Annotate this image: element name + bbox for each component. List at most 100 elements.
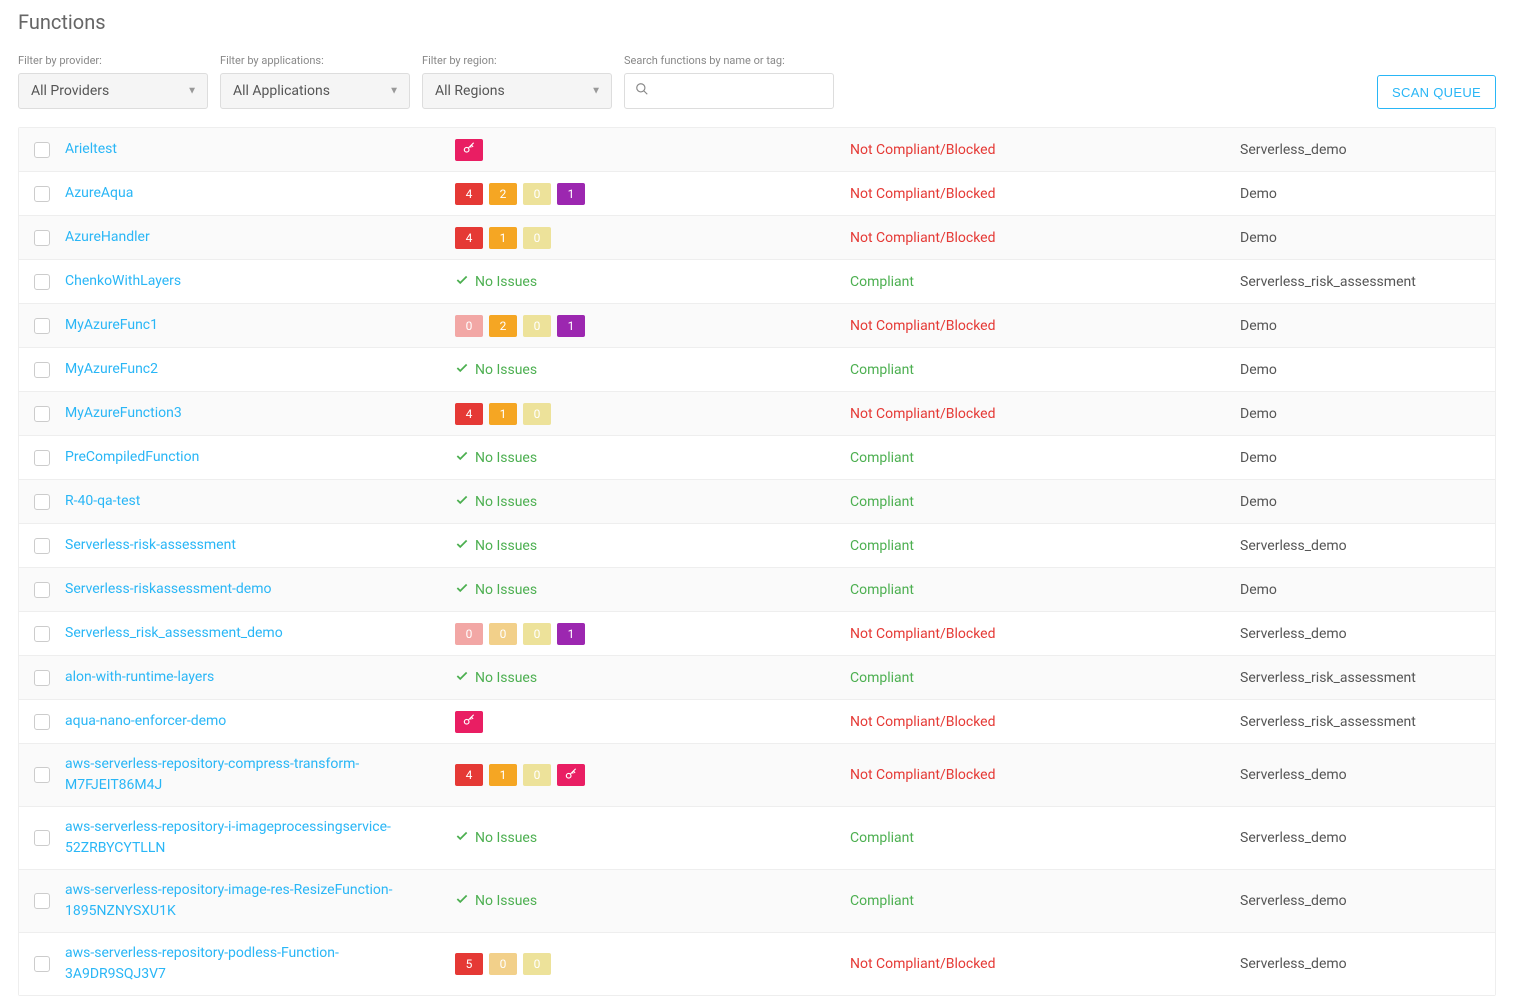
function-link[interactable]: alon-with-runtime-layers [65,669,214,685]
cell-application: Demo [1240,362,1495,378]
function-link[interactable]: aws-serverless-repository-image-res-Resi… [65,882,393,919]
function-link[interactable]: MyAzureFunc1 [65,317,158,333]
cell-status: Not Compliant/Blocked [850,406,1240,422]
key-icon [462,713,476,730]
row-checkbox[interactable] [34,318,50,334]
function-link[interactable]: aws-serverless-repository-compress-trans… [65,756,359,793]
no-issues-label: No Issues [475,450,537,466]
cell-checkbox [19,670,65,686]
function-link[interactable]: Serverless-risk-assessment [65,537,236,553]
function-link[interactable]: Serverless_risk_assessment_demo [65,625,283,641]
cell-risk: No Issues [455,493,850,511]
function-link[interactable]: aqua-nano-enforcer-demo [65,713,226,729]
check-icon [455,361,469,379]
function-link[interactable]: MyAzureFunction3 [65,405,182,421]
cell-status: Compliant [850,494,1240,510]
row-checkbox[interactable] [34,582,50,598]
cell-application: Demo [1240,406,1495,422]
function-link[interactable]: AzureHandler [65,229,150,245]
severity-badge: 0 [489,953,517,975]
no-issues-label: No Issues [475,582,537,598]
cell-status: Compliant [850,450,1240,466]
row-checkbox[interactable] [34,406,50,422]
cell-risk: 0201 [455,315,850,337]
function-link[interactable]: R-40-qa-test [65,493,140,509]
cell-status: Not Compliant/Blocked [850,767,1240,783]
severity-badge: 1 [489,227,517,249]
row-checkbox[interactable] [34,450,50,466]
function-link[interactable]: aws-serverless-repository-i-imageprocess… [65,819,391,856]
filter-apps-label: Filter by applications: [220,54,410,67]
function-link[interactable]: MyAzureFunc2 [65,361,158,377]
row-checkbox[interactable] [34,494,50,510]
row-checkbox[interactable] [34,626,50,642]
filter-apps-select[interactable]: All Applications ▼ [220,73,410,109]
cell-application: Serverless_demo [1240,956,1495,972]
filter-region-label: Filter by region: [422,54,612,67]
no-issues-indicator: No Issues [455,273,537,291]
scan-queue-button[interactable]: SCAN QUEUE [1377,75,1496,109]
filter-bar: Filter by provider: All Providers ▼ Filt… [18,54,1496,109]
cell-name: aws-serverless-repository-podless-Functi… [65,943,455,985]
filter-provider-label: Filter by provider: [18,54,208,67]
cell-checkbox [19,318,65,334]
cell-checkbox [19,186,65,202]
cell-risk [455,139,850,161]
no-issues-label: No Issues [475,274,537,290]
table-row: ChenkoWithLayersNo IssuesCompliantServer… [19,260,1495,304]
function-link[interactable]: aws-serverless-repository-podless-Functi… [65,945,339,982]
cell-name: Serverless-risk-assessment [65,535,455,556]
cell-name: Serverless_risk_assessment_demo [65,623,455,644]
table-row: aws-serverless-repository-i-imageprocess… [19,807,1495,870]
severity-badge: 0 [523,764,551,786]
no-issues-indicator: No Issues [455,892,537,910]
function-link[interactable]: ChenkoWithLayers [65,273,181,289]
cell-status: Not Compliant/Blocked [850,142,1240,158]
no-issues-indicator: No Issues [455,581,537,599]
search-input[interactable] [655,83,836,99]
cell-risk: No Issues [455,537,850,555]
severity-badge: 0 [523,227,551,249]
function-link[interactable]: Serverless-riskassessment-demo [65,581,272,597]
cell-checkbox [19,274,65,290]
function-link[interactable]: PreCompiledFunction [65,449,199,465]
row-checkbox[interactable] [34,230,50,246]
filter-region-select[interactable]: All Regions ▼ [422,73,612,109]
filter-search-label: Search functions by name or tag: [624,54,834,67]
key-badge [455,139,483,161]
row-checkbox[interactable] [34,274,50,290]
row-checkbox[interactable] [34,956,50,972]
no-issues-label: No Issues [475,494,537,510]
cell-application: Demo [1240,582,1495,598]
check-icon [455,449,469,467]
cell-status: Compliant [850,893,1240,909]
function-link[interactable]: AzureAqua [65,185,133,201]
cell-risk: No Issues [455,669,850,687]
row-checkbox[interactable] [34,186,50,202]
cell-name: MyAzureFunction3 [65,403,455,424]
filter-apps-group: Filter by applications: All Applications… [220,54,410,109]
cell-risk: No Issues [455,892,850,910]
table-row: Serverless-risk-assessment No Issues Compl… [19,524,1495,568]
row-checkbox[interactable] [34,142,50,158]
cell-application: Demo [1240,450,1495,466]
row-checkbox[interactable] [34,714,50,730]
cell-status: Compliant [850,538,1240,554]
function-link[interactable]: Arieltest [65,141,117,157]
check-icon [455,273,469,291]
cell-name: aws-serverless-repository-image-res-Resi… [65,880,455,922]
cell-risk: 0001 [455,623,850,645]
cell-status: Compliant [850,670,1240,686]
no-issues-label: No Issues [475,538,537,554]
severity-badge: 4 [455,403,483,425]
row-checkbox[interactable] [34,538,50,554]
row-checkbox[interactable] [34,767,50,783]
search-icon [635,82,649,100]
row-checkbox[interactable] [34,830,50,846]
cell-status: Not Compliant/Blocked [850,714,1240,730]
severity-badge: 4 [455,183,483,205]
row-checkbox[interactable] [34,893,50,909]
row-checkbox[interactable] [34,670,50,686]
filter-provider-select[interactable]: All Providers ▼ [18,73,208,109]
row-checkbox[interactable] [34,362,50,378]
